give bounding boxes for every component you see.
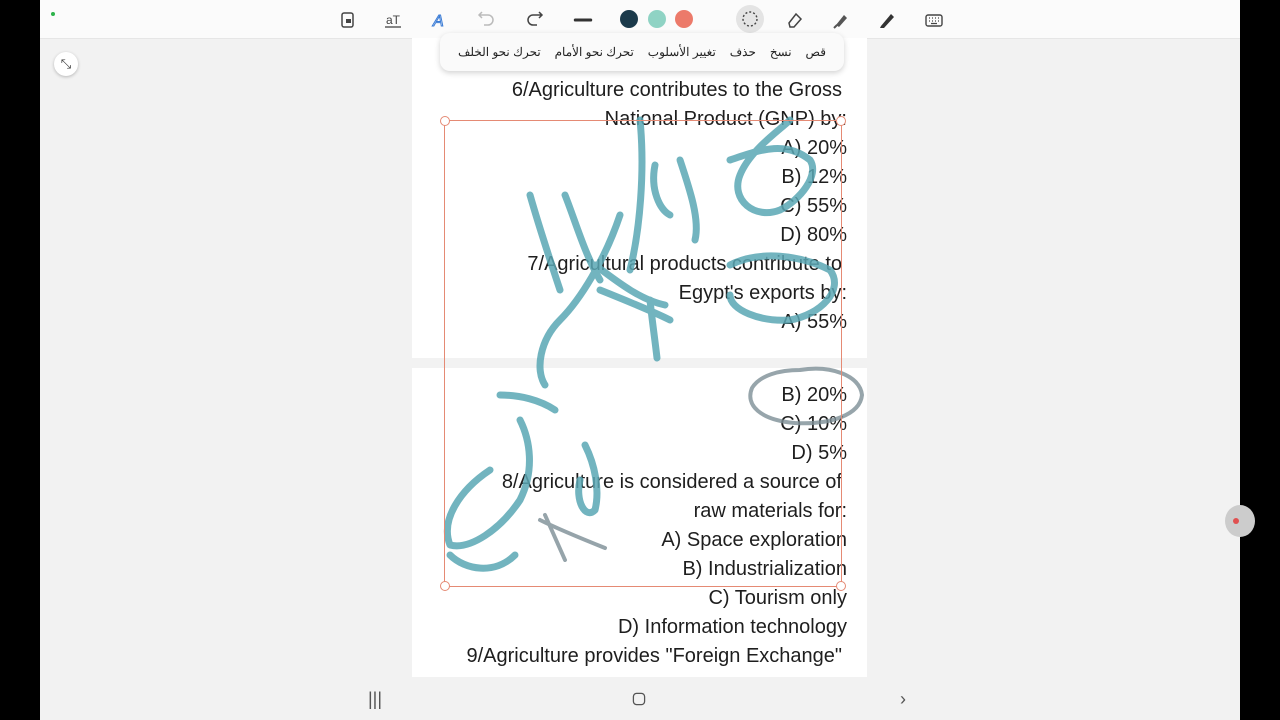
screen: aT A ⤡ 6/Agriculture contributes to the … xyxy=(40,0,1255,720)
resize-handle[interactable] xyxy=(836,581,846,591)
pen-icon[interactable] xyxy=(874,7,900,33)
selection-context-menu: قص نسخ حذف تغيير الأسلوب تحرك نحو الأمام… xyxy=(440,33,844,71)
svg-text:aT: aT xyxy=(386,13,401,27)
status-dot xyxy=(51,12,55,16)
menu-send-backward[interactable]: تحرك نحو الخلف xyxy=(458,45,541,59)
handwriting-to-text-icon[interactable]: A xyxy=(426,7,452,33)
svg-text:A: A xyxy=(432,13,444,30)
resize-handle[interactable] xyxy=(440,116,450,126)
recent-apps-icon[interactable]: ||| xyxy=(360,686,390,712)
highlighter-icon[interactable] xyxy=(828,7,854,33)
text-line: 6/Agriculture contributes to the Gross xyxy=(511,79,842,101)
pen-thickness-icon[interactable] xyxy=(570,7,596,33)
color-black[interactable] xyxy=(620,10,638,28)
resize-handle[interactable] xyxy=(440,581,450,591)
menu-copy[interactable]: نسخ xyxy=(770,45,792,59)
selection-box[interactable] xyxy=(440,116,846,591)
text-line: C) Tourism only xyxy=(708,587,847,609)
home-icon[interactable] xyxy=(624,686,654,712)
lock-file-icon[interactable] xyxy=(335,7,361,33)
menu-bring-forward[interactable]: تحرك نحو الأمام xyxy=(555,45,634,59)
color-teal[interactable] xyxy=(648,10,666,28)
keyboard-icon[interactable] xyxy=(921,7,947,33)
collapse-icon[interactable]: ⤡ xyxy=(54,52,78,76)
resize-handle[interactable] xyxy=(836,116,846,126)
back-icon[interactable]: › xyxy=(888,686,918,712)
floating-side-button[interactable] xyxy=(1225,505,1255,537)
lasso-select-icon[interactable] xyxy=(736,5,764,33)
text-line: 9/Agriculture provides "Foreign Exchange… xyxy=(466,645,842,667)
redo-icon[interactable] xyxy=(522,7,548,33)
color-red[interactable] xyxy=(675,10,693,28)
menu-change-style[interactable]: تغيير الأسلوب xyxy=(648,45,716,59)
menu-cut[interactable]: قص xyxy=(806,45,826,59)
text-line: D) Information technology xyxy=(617,616,847,638)
eraser-icon[interactable] xyxy=(782,7,808,33)
menu-delete[interactable]: حذف xyxy=(730,45,756,59)
text-format-icon[interactable]: aT xyxy=(380,7,406,33)
undo-icon[interactable] xyxy=(473,7,499,33)
